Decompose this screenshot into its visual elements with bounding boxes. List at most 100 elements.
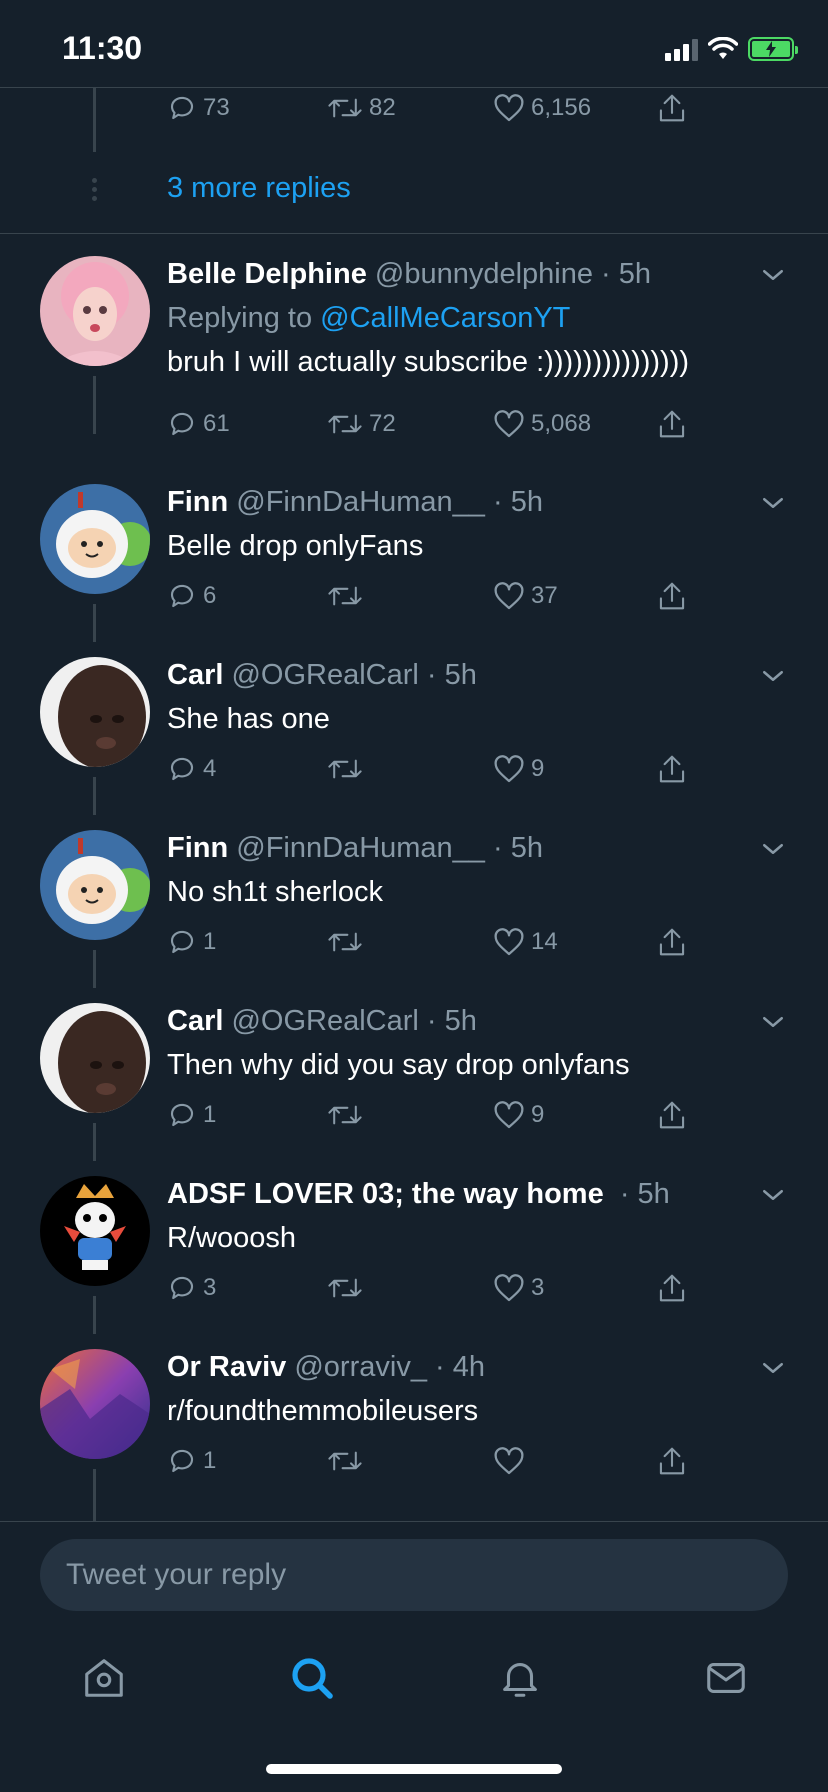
display-name[interactable]: Belle Delphine [167, 258, 367, 290]
separator-dot: · [611, 1178, 638, 1210]
retweet-button[interactable] [327, 1268, 369, 1308]
thread-line [93, 1123, 96, 1161]
display-name[interactable]: ADSF LOVER 03; the way home [167, 1178, 604, 1210]
like-button[interactable]: 6,156 [493, 88, 591, 128]
avatar[interactable] [40, 256, 150, 366]
retweet-button[interactable]: 72 [327, 404, 396, 444]
display-name[interactable]: Finn [167, 486, 228, 518]
reply-button[interactable]: 61 [167, 404, 230, 444]
like-button[interactable]: 9 [493, 1095, 544, 1135]
tweet-actions: 1 14 [167, 922, 707, 962]
reply-count: 1 [203, 1447, 217, 1474]
thread-line [93, 88, 96, 152]
timestamp: 5h [444, 659, 477, 691]
tweet[interactable]: Carl @OGRealCarl · 5h Then why did you s… [0, 1003, 828, 1161]
wifi-icon [708, 37, 738, 59]
like-button[interactable]: 9 [493, 749, 544, 789]
like-button[interactable]: 3 [493, 1268, 544, 1308]
heart-icon [494, 1101, 524, 1129]
display-name[interactable]: Finn [167, 832, 228, 864]
share-icon [659, 1101, 685, 1129]
tab-home[interactable] [74, 1648, 134, 1708]
share-icon [659, 582, 685, 610]
retweet-button[interactable] [327, 922, 369, 962]
tweet[interactable]: Belle Delphine @bunnydelphine · 5h Reply… [0, 256, 828, 446]
chevron-down-icon[interactable] [758, 1353, 788, 1383]
user-handle[interactable]: @OGRealCarl [231, 1005, 418, 1037]
chevron-down-icon[interactable] [758, 1180, 788, 1210]
user-handle[interactable]: @orraviv_ [294, 1351, 427, 1383]
display-name[interactable]: Or Raviv [167, 1351, 286, 1383]
reply-input[interactable] [40, 1539, 788, 1611]
tweet[interactable]: Or Raviv @orraviv_ · 4h r/foundthemmobil… [0, 1349, 828, 1521]
user-handle[interactable]: @FinnDaHuman__ [236, 832, 485, 864]
chevron-down-icon[interactable] [758, 834, 788, 864]
tweet-text: Then why did you say drop onlyfans [167, 1049, 630, 1081]
chevron-down-icon[interactable] [758, 488, 788, 518]
avatar[interactable] [40, 1176, 150, 1286]
display-name[interactable]: Carl [167, 1005, 223, 1037]
share-button[interactable] [657, 404, 687, 444]
retweet-button[interactable] [327, 1441, 369, 1481]
separator-dot: · [418, 1005, 445, 1037]
tweet-actions: 4 9 [167, 749, 707, 789]
reply-button[interactable]: 6 [167, 576, 216, 616]
tweet-text: No sh1t sherlock [167, 876, 383, 908]
avatar[interactable] [40, 657, 150, 767]
chevron-down-icon[interactable] [758, 260, 788, 290]
retweet-count: 82 [369, 94, 396, 121]
like-button[interactable]: 37 [493, 576, 558, 616]
timestamp: 5h [510, 832, 543, 864]
share-button[interactable] [657, 1268, 687, 1308]
reply-count: 4 [203, 755, 217, 782]
reply-button[interactable]: 73 [167, 88, 230, 128]
reply-icon [170, 1103, 194, 1127]
tweet-actions: 1 [167, 1441, 707, 1481]
reply-icon [170, 1276, 194, 1300]
user-handle[interactable]: @OGRealCarl [231, 659, 418, 691]
replying-to-handle[interactable]: @CallMeCarsonYT [320, 302, 570, 334]
tab-notifications[interactable] [490, 1648, 550, 1708]
share-button[interactable] [657, 922, 687, 962]
share-button[interactable] [657, 1095, 687, 1135]
share-button[interactable] [657, 1441, 687, 1481]
avatar[interactable] [40, 484, 150, 594]
tab-messages[interactable] [696, 1648, 756, 1708]
share-button[interactable] [657, 576, 687, 616]
tweet[interactable]: ADSF LOVER 03; the way home · 5h R/wooos… [0, 1176, 828, 1334]
chevron-down-icon[interactable] [758, 661, 788, 691]
display-name[interactable]: Carl [167, 659, 223, 691]
share-icon [659, 94, 685, 122]
user-handle[interactable]: @FinnDaHuman__ [236, 486, 485, 518]
timestamp: 5h [618, 258, 652, 290]
more-replies-link[interactable]: 3 more replies [167, 172, 351, 205]
reply-count: 1 [203, 1101, 217, 1128]
reply-button[interactable]: 1 [167, 1095, 216, 1135]
retweet-button[interactable] [327, 749, 369, 789]
share-button[interactable] [657, 88, 687, 128]
retweet-button[interactable] [327, 576, 369, 616]
tweet[interactable]: Carl @OGRealCarl · 5h She has one 4 9 [0, 657, 828, 815]
share-button[interactable] [657, 749, 687, 789]
more-dots-icon [92, 178, 97, 201]
retweet-button[interactable]: 82 [327, 88, 396, 128]
replying-to: Replying to @CallMeCarsonYT [167, 300, 828, 336]
like-button[interactable] [493, 1441, 531, 1481]
reply-button[interactable]: 4 [167, 749, 216, 789]
reply-button[interactable]: 1 [167, 1441, 216, 1481]
reply-icon [170, 757, 194, 781]
like-button[interactable]: 14 [493, 922, 558, 962]
tab-search[interactable] [282, 1648, 342, 1708]
chevron-down-icon[interactable] [758, 1007, 788, 1037]
tweet[interactable]: Finn @FinnDaHuman__ · 5h Belle drop only… [0, 484, 828, 642]
retweet-button[interactable] [327, 1095, 369, 1135]
user-handle[interactable]: @bunnydelphine [375, 258, 593, 290]
tweet[interactable]: Finn @FinnDaHuman__ · 5h No sh1t sherloc… [0, 830, 828, 988]
avatar[interactable] [40, 830, 150, 940]
reply-button[interactable]: 3 [167, 1268, 216, 1308]
avatar[interactable] [40, 1349, 150, 1459]
avatar[interactable] [40, 1003, 150, 1113]
signal-icon [665, 37, 698, 61]
like-button[interactable]: 5,068 [493, 404, 591, 444]
reply-button[interactable]: 1 [167, 922, 216, 962]
